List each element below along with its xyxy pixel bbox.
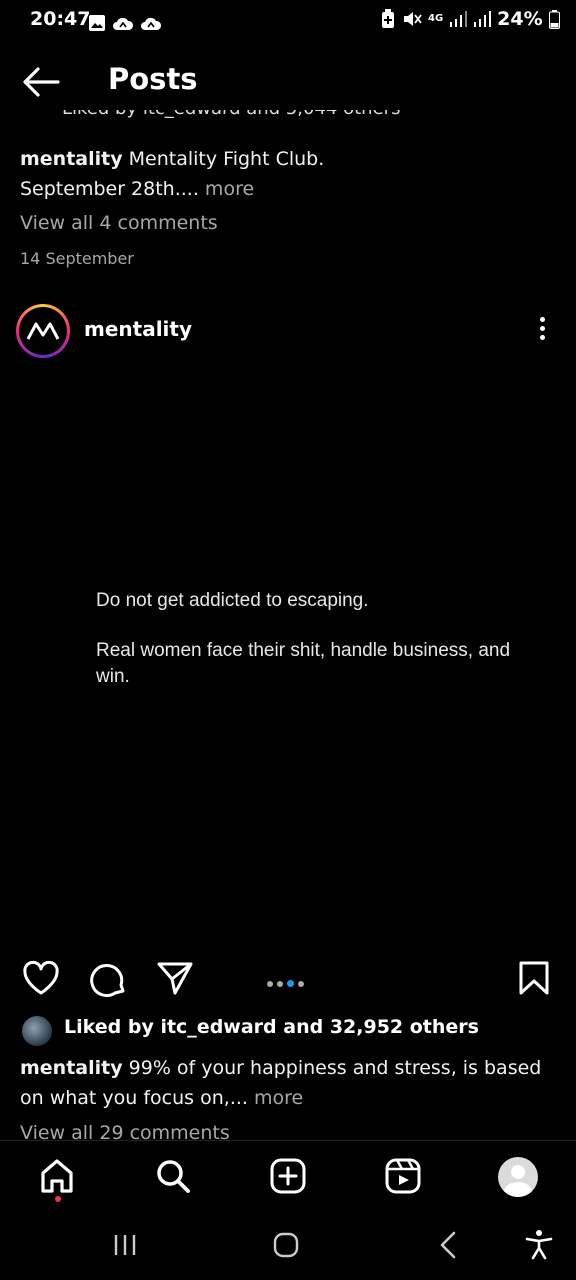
previous-caption-line2: September 28th....: [20, 178, 199, 200]
carousel-dot: [277, 981, 283, 987]
previous-caption-text: Mentality Fight Club.: [122, 148, 325, 170]
search-icon[interactable]: [154, 1157, 192, 1195]
back-chevron-icon[interactable]: [436, 1230, 460, 1260]
mentality-logo-icon: [26, 322, 60, 340]
accessibility-icon[interactable]: [524, 1228, 554, 1260]
post-caption: mentality 99% of your happiness and stre…: [20, 1053, 565, 1113]
caption-username[interactable]: mentality: [20, 1057, 123, 1079]
previous-view-comments[interactable]: View all 4 comments: [20, 212, 218, 234]
status-notification-icons: [88, 11, 162, 33]
post-image-line2: Real women face their shit, handle busin…: [96, 640, 511, 687]
signal-icon: [450, 11, 468, 27]
carousel-indicator: [265, 972, 306, 991]
save-bookmark-icon[interactable]: [518, 960, 550, 996]
signal-icon: [474, 11, 492, 27]
header-bar: [0, 50, 576, 110]
liked-by-avatar[interactable]: [22, 1016, 52, 1046]
status-time: 20:47: [30, 8, 91, 30]
more-options-button[interactable]: [530, 314, 554, 346]
like-heart-icon[interactable]: [22, 960, 60, 996]
reels-icon[interactable]: [384, 1157, 422, 1195]
share-icon[interactable]: [156, 960, 194, 996]
previous-caption: mentality Mentality Fight Club. Septembe…: [20, 144, 560, 204]
profile-avatar-icon[interactable]: [498, 1157, 538, 1197]
battery-saver-icon: [382, 9, 394, 28]
status-system-icons: 4G 24%: [380, 8, 560, 30]
carousel-dot: [267, 981, 273, 987]
avatar-inner: [19, 307, 67, 355]
recents-icon[interactable]: [112, 1232, 138, 1258]
home-circle-icon[interactable]: [272, 1231, 300, 1259]
cloud-icon: [113, 17, 134, 30]
create-icon[interactable]: [269, 1157, 307, 1195]
previous-liked-text: Liked by itc_edward and 5,044 others: [20, 110, 400, 119]
comment-icon[interactable]: [90, 960, 128, 998]
cloud-icon: [141, 17, 162, 30]
status-bar: 20:47 4G 24%: [0, 0, 576, 44]
previous-liked-row: Liked by itc_edward and 5,044 others: [20, 110, 560, 132]
battery-icon: [548, 9, 560, 29]
previous-caption-username[interactable]: mentality: [20, 148, 123, 170]
carousel-dot: [298, 981, 304, 987]
bottom-nav: [0, 1140, 576, 1213]
post-image-line1: Do not get addicted to escaping.: [96, 590, 369, 611]
liked-by-text[interactable]: Liked by itc_edward and 32,952 others: [64, 1016, 479, 1038]
battery-percent: 24%: [497, 8, 543, 30]
home-icon[interactable]: [38, 1157, 76, 1195]
system-nav-bar: [0, 1212, 576, 1280]
carousel-dot-active: [287, 980, 294, 987]
gallery-icon: [89, 14, 105, 31]
mute-icon: [404, 12, 422, 26]
home-notification-dot: [55, 1196, 61, 1202]
arrow-left-icon: [23, 67, 60, 97]
previous-post-date: 14 September: [20, 249, 134, 268]
previous-more-link[interactable]: more: [199, 178, 254, 200]
post-avatar[interactable]: [16, 304, 70, 358]
page-title: Posts: [108, 62, 198, 96]
caption-more-link[interactable]: more: [248, 1087, 303, 1109]
post-image-text: Do not get addicted to escaping. Real wo…: [96, 588, 516, 714]
network-type: 4G: [428, 13, 444, 24]
back-button[interactable]: [20, 64, 62, 100]
post-username[interactable]: mentality: [84, 317, 192, 341]
